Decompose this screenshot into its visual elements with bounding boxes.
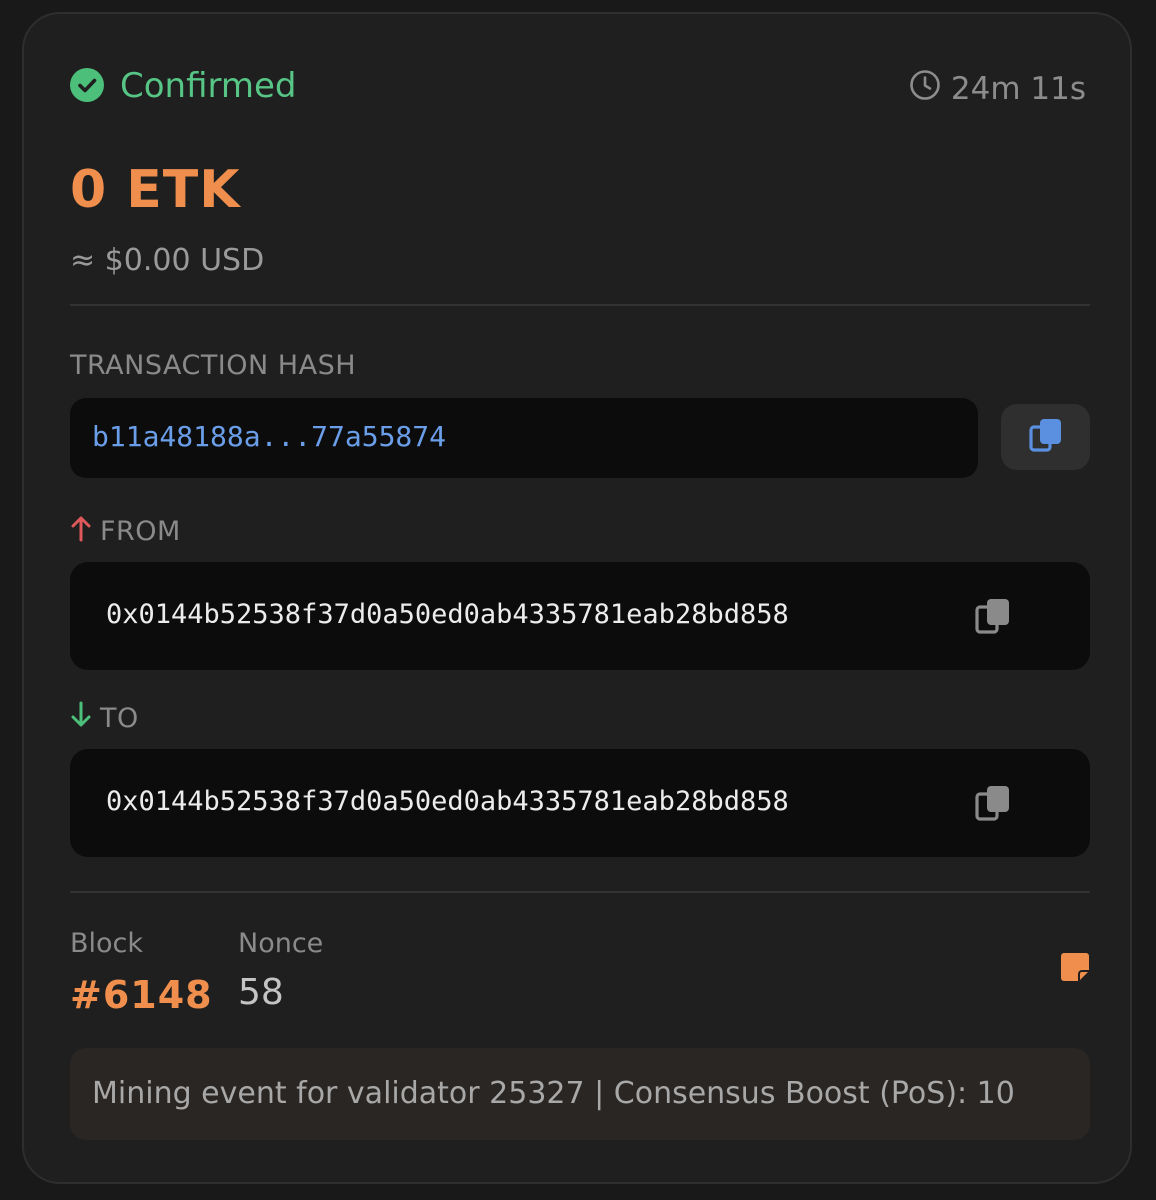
divider (70, 891, 1090, 893)
from-header: FROM (70, 514, 181, 550)
transaction-card: Confirmed 24m 11s 0 ETK ≈ $0.00 USD TRAN… (22, 12, 1132, 1184)
check-circle-icon (70, 68, 104, 102)
age-indicator: 24m 11s (909, 69, 1086, 109)
from-address-field[interactable]: 0x0144b52538f37d0a50ed0ab4335781eab28bd8… (70, 562, 1090, 670)
amount-value: 0 ETK (70, 160, 241, 220)
to-header: TO (70, 701, 139, 737)
age-text: 24m 11s (950, 71, 1086, 107)
status-label: Confirmed (120, 66, 297, 106)
clock-icon (909, 69, 941, 109)
memo-text: Mining event for validator 25327 | Conse… (92, 1076, 1015, 1111)
memo-box: Mining event for validator 25327 | Conse… (70, 1048, 1090, 1140)
hash-value[interactable]: b11a48188a...77a55874 (92, 418, 446, 456)
block-value[interactable]: #6148 (70, 972, 213, 1018)
nonce-label: Nonce (238, 928, 324, 959)
divider (70, 304, 1090, 306)
hash-label: TRANSACTION HASH (70, 350, 357, 381)
to-address-field[interactable]: 0x0144b52538f37d0a50ed0ab4335781eab28bd8… (70, 749, 1090, 857)
copy-icon[interactable] (1028, 417, 1064, 457)
usd-value: ≈ $0.00 USD (70, 243, 265, 278)
nonce-value: 58 (238, 972, 284, 1013)
from-label: FROM (100, 516, 181, 547)
copy-hash-button[interactable] (1001, 404, 1090, 470)
block-label: Block (70, 928, 144, 959)
copy-icon[interactable] (970, 779, 1018, 827)
sticky-note-icon[interactable] (1060, 952, 1090, 982)
arrow-down-icon (70, 701, 92, 737)
hash-field[interactable]: b11a48188a...77a55874 (70, 398, 978, 478)
copy-icon[interactable] (970, 592, 1018, 640)
arrow-up-icon (70, 514, 92, 550)
from-address[interactable]: 0x0144b52538f37d0a50ed0ab4335781eab28bd8… (106, 596, 789, 634)
to-address[interactable]: 0x0144b52538f37d0a50ed0ab4335781eab28bd8… (106, 783, 789, 821)
to-label: TO (100, 703, 139, 734)
